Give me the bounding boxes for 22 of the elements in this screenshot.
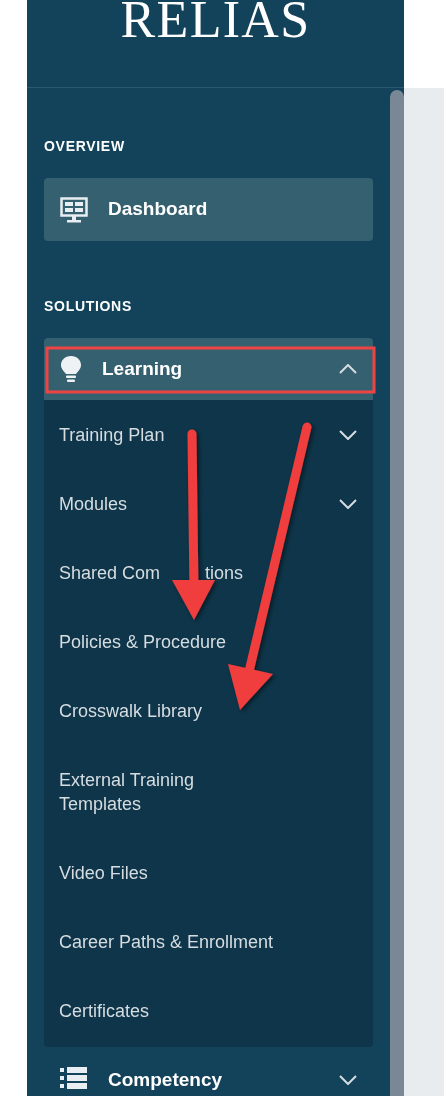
- submenu-item[interactable]: Modules: [44, 469, 373, 538]
- chevron-down-icon: [339, 429, 357, 440]
- submenu-item[interactable]: Career Paths & Enrollment: [44, 907, 373, 976]
- scrollbar[interactable]: [390, 90, 404, 1096]
- nav-item[interactable]: Competency: [44, 1057, 373, 1096]
- submenu-item[interactable]: Crosswalk Library: [44, 676, 373, 745]
- submenu-item[interactable]: Policies & Procedure: [44, 607, 373, 676]
- chevron-down-icon: [339, 1075, 357, 1085]
- chevron-down-icon: [339, 498, 357, 509]
- submenu-item[interactable]: Certificates: [44, 976, 373, 1045]
- nav-item[interactable]: Learning: [44, 338, 373, 400]
- logo: RELIAS: [120, 0, 311, 44]
- chevron-up-icon: [339, 364, 357, 374]
- section-heading: SOLUTIONS: [44, 297, 133, 316]
- submenu-item[interactable]: Video Files: [44, 838, 373, 907]
- section-heading: OVERVIEW: [44, 137, 126, 156]
- submenu-item[interactable]: Training Plan: [44, 400, 373, 469]
- lightbulb-icon: [60, 355, 82, 383]
- submenu-item[interactable]: External Training Templates: [44, 745, 373, 838]
- monitor-icon: [60, 196, 88, 223]
- submenu-item[interactable]: Shared Com tions: [44, 538, 373, 607]
- nav-item[interactable]: Dashboard: [44, 178, 373, 241]
